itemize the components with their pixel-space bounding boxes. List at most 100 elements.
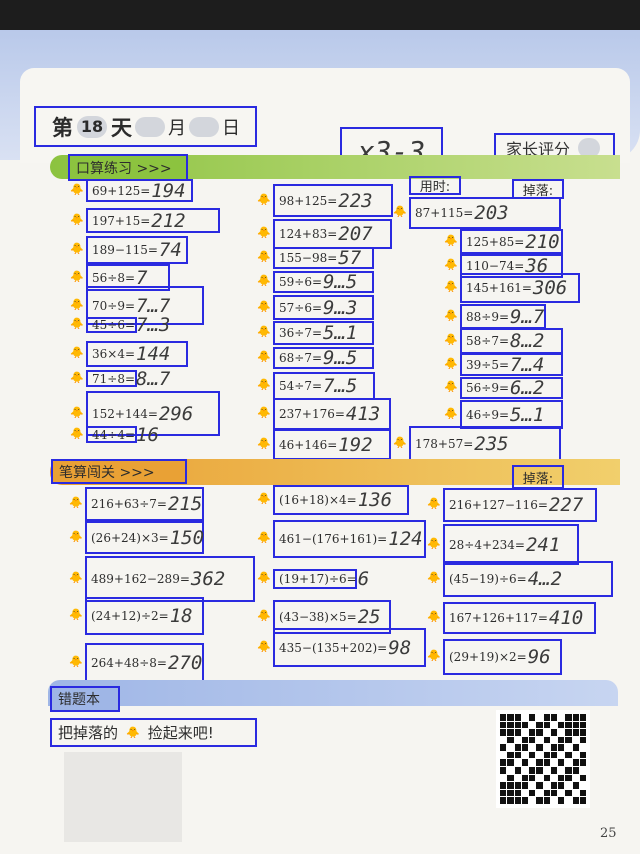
pick-up-prompt: 把掉落的 🐥 捡起来吧! <box>50 718 257 747</box>
wrong-book-title: 错题本 <box>50 686 120 712</box>
oral-exercise: 98+125= 223 <box>273 184 393 217</box>
question-text: 68÷7= <box>279 351 323 365</box>
qr-code-icon <box>496 710 590 808</box>
question-text: 88÷9= <box>466 309 510 324</box>
chick-icon: 🐥 <box>257 406 271 419</box>
handwritten-answer: 6 <box>357 568 370 590</box>
answer-area <box>64 752 182 842</box>
question-text: 69+125= <box>92 183 151 198</box>
day-prefix: 第 <box>52 115 73 140</box>
written-exercise: (16+18)×4= 136 <box>273 485 409 515</box>
question-text: 56÷9= <box>466 381 510 395</box>
question-text: 45÷6= <box>92 318 136 332</box>
chick-icon: 🐥 <box>70 212 84 226</box>
chick-icon: 🐥 <box>257 571 271 584</box>
oral-exercise: 57÷6= 9…3 <box>273 295 374 320</box>
oral-exercise: 69+125= 194 <box>86 179 193 202</box>
handwritten-answer: 210 <box>525 230 560 253</box>
chick-icon: 🐥 <box>69 655 83 668</box>
oral-exercise: 124+83= 207 <box>273 219 392 249</box>
handwritten-answer: 96 <box>527 646 551 668</box>
question-text: 98+125= <box>279 193 338 208</box>
chick-icon: 🐥 <box>427 571 441 584</box>
question-text: (43−38)×5= <box>279 610 357 624</box>
handwritten-answer: 194 <box>151 179 186 202</box>
handwritten-answer: 241 <box>525 533 561 556</box>
month-blank <box>135 116 165 137</box>
question-text: 155−98= <box>279 251 338 265</box>
footer-band <box>48 680 618 706</box>
handwritten-answer: 306 <box>532 277 568 299</box>
chick-icon: 🐥 <box>444 280 458 293</box>
handwritten-answer: 124 <box>388 528 423 550</box>
handwritten-answer: 223 <box>338 189 373 212</box>
question-text: 125+85= <box>466 234 525 249</box>
chick-icon: 🐥 <box>70 405 84 419</box>
question-text: (19+17)÷6= <box>279 572 357 586</box>
question-text: (16+18)×4= <box>279 493 357 507</box>
chick-icon: 🐥 <box>257 274 271 287</box>
question-text: 189−115= <box>92 243 158 257</box>
question-text: (24+12)÷2= <box>91 609 169 623</box>
pick-up-suffix: 捡起来吧! <box>147 724 214 742</box>
question-text: 167+126+117= <box>449 611 548 625</box>
handwritten-answer: 410 <box>548 607 584 629</box>
oral-exercise: 125+85= 210 <box>460 229 563 254</box>
oral-exercise: 189−115= 74 <box>86 236 188 264</box>
oral-exercise: 145+161= 306 <box>460 273 580 303</box>
handwritten-answer: 270 <box>167 652 203 674</box>
chick-icon: 🐥 <box>257 609 271 622</box>
written-exercise: 28÷4+234= 241 <box>443 524 579 565</box>
chick-icon: 🐥 <box>69 529 83 543</box>
chick-icon: 🐥 <box>257 639 271 653</box>
handwritten-answer: 74 <box>158 239 182 261</box>
question-text: 58÷7= <box>466 334 510 348</box>
handwritten-answer: 235 <box>474 433 509 455</box>
written-exercise: (19+17)÷6= 6 <box>273 568 369 590</box>
month-label: 月 <box>168 117 186 139</box>
handwritten-answer: 203 <box>474 202 509 224</box>
written-exercise: (29+19)×2= 96 <box>443 639 562 675</box>
question-text: 216+63÷7= <box>91 497 167 511</box>
question-text: 57÷6= <box>279 300 323 315</box>
oral-exercise: 44÷4= 16 <box>86 424 159 446</box>
chick-icon: 🐥 <box>70 242 84 255</box>
handwritten-answer: 8…7 <box>136 367 171 390</box>
chick-icon: 🐥 <box>70 297 84 311</box>
chick-icon: 🐥 <box>70 426 84 440</box>
chick-icon: 🐥 <box>444 356 458 370</box>
question-text: 489+162−289= <box>91 572 190 586</box>
chick-icon: 🐥 <box>444 333 458 346</box>
question-text: 70÷9= <box>92 298 136 313</box>
chick-icon: 🐥 <box>444 308 458 322</box>
chick-icon: 🐥 <box>126 726 140 739</box>
question-text: 44÷4= <box>92 427 136 442</box>
handwritten-answer: 136 <box>357 489 393 511</box>
oral-exercise: 68÷7= 9…5 <box>273 347 374 369</box>
oral-exercise: 58÷7= 8…2 <box>460 328 563 354</box>
oral-exercise: 155−98= 57 <box>273 247 374 269</box>
time-label: 用时: <box>409 176 461 195</box>
oral-exercise: 36×4= 144 <box>86 341 188 367</box>
question-text: 152+144= <box>92 406 158 421</box>
handwritten-answer: 9…3 <box>323 296 358 319</box>
chick-icon: 🐥 <box>427 649 441 662</box>
handwritten-answer: 5…1 <box>510 403 545 426</box>
handwritten-answer: 362 <box>190 568 226 590</box>
chick-icon: 🐥 <box>257 250 271 263</box>
section1-title: 口算练习 >>> <box>68 154 188 181</box>
handwritten-answer: 4…2 <box>527 568 563 590</box>
section1-drop-label: 掉落: <box>512 179 564 199</box>
chick-icon: 🐥 <box>69 571 83 584</box>
chick-icon: 🐥 <box>70 317 84 330</box>
question-text: 39÷5= <box>466 357 510 372</box>
date-blank <box>189 116 219 137</box>
handwritten-answer: 7…3 <box>136 314 171 336</box>
chick-icon: 🐥 <box>257 226 271 239</box>
question-text: 110−74= <box>466 259 525 273</box>
handwritten-answer: 227 <box>548 494 584 516</box>
question-text: 237+176= <box>279 407 345 421</box>
day-number: 18 <box>77 115 107 138</box>
oral-exercise: 54÷7= 7…5 <box>273 372 375 400</box>
handwritten-answer: 296 <box>158 402 194 425</box>
